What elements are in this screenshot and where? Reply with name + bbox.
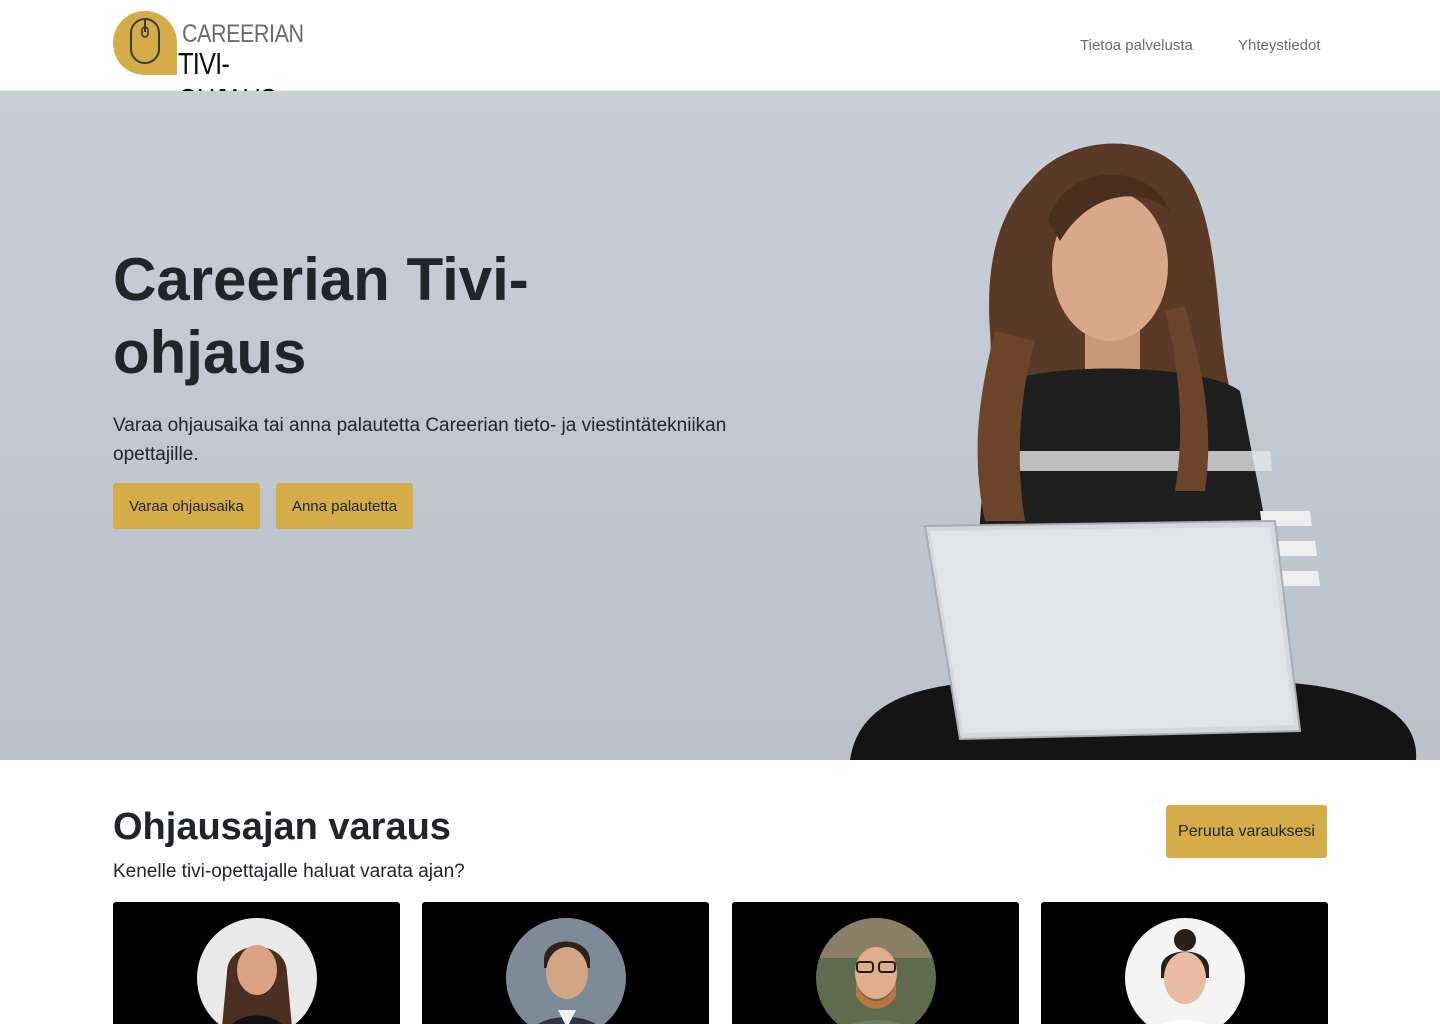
booking-section-title: Ohjausajan varaus [113, 806, 451, 848]
hero-banner: Careerian Tivi-ohjaus Varaa ohjausaika t… [0, 91, 1440, 760]
give-feedback-button[interactable]: Anna palautetta [276, 483, 413, 529]
booking-section-subtitle: Kenelle tivi-opettajalle haluat varata a… [113, 861, 465, 882]
brand-logo[interactable]: CAREERIAN TIVI-OHJAUS [112, 10, 312, 117]
teacher-card[interactable] [422, 902, 709, 1024]
teacher-card[interactable] [113, 902, 400, 1024]
teacher-avatar [1125, 918, 1245, 1024]
teacher-card[interactable] [1041, 902, 1328, 1024]
nav-link-contact[interactable]: Yhteystiedot [1238, 37, 1321, 54]
teacher-card[interactable] [732, 902, 1019, 1024]
teacher-avatar [197, 918, 317, 1024]
top-navbar: CAREERIAN TIVI-OHJAUS Tietoa palvelusta … [0, 0, 1440, 117]
logo-mouse-icon [113, 11, 177, 75]
hero-woman-laptop-photo [850, 143, 1417, 760]
teacher-avatar [506, 918, 626, 1024]
teacher-avatar [816, 918, 936, 1024]
logo-wordmark-top: CAREERIAN [182, 20, 304, 48]
nav-link-about[interactable]: Tietoa palvelusta [1080, 37, 1193, 54]
book-appointment-button[interactable]: Varaa ohjausaika [113, 483, 260, 529]
hero-lead-text: Varaa ohjausaika tai anna palautetta Car… [113, 415, 727, 465]
hero-title: Careerian Tivi-ohjaus [113, 246, 529, 386]
cancel-booking-button[interactable]: Peruuta varauksesi [1166, 805, 1327, 858]
